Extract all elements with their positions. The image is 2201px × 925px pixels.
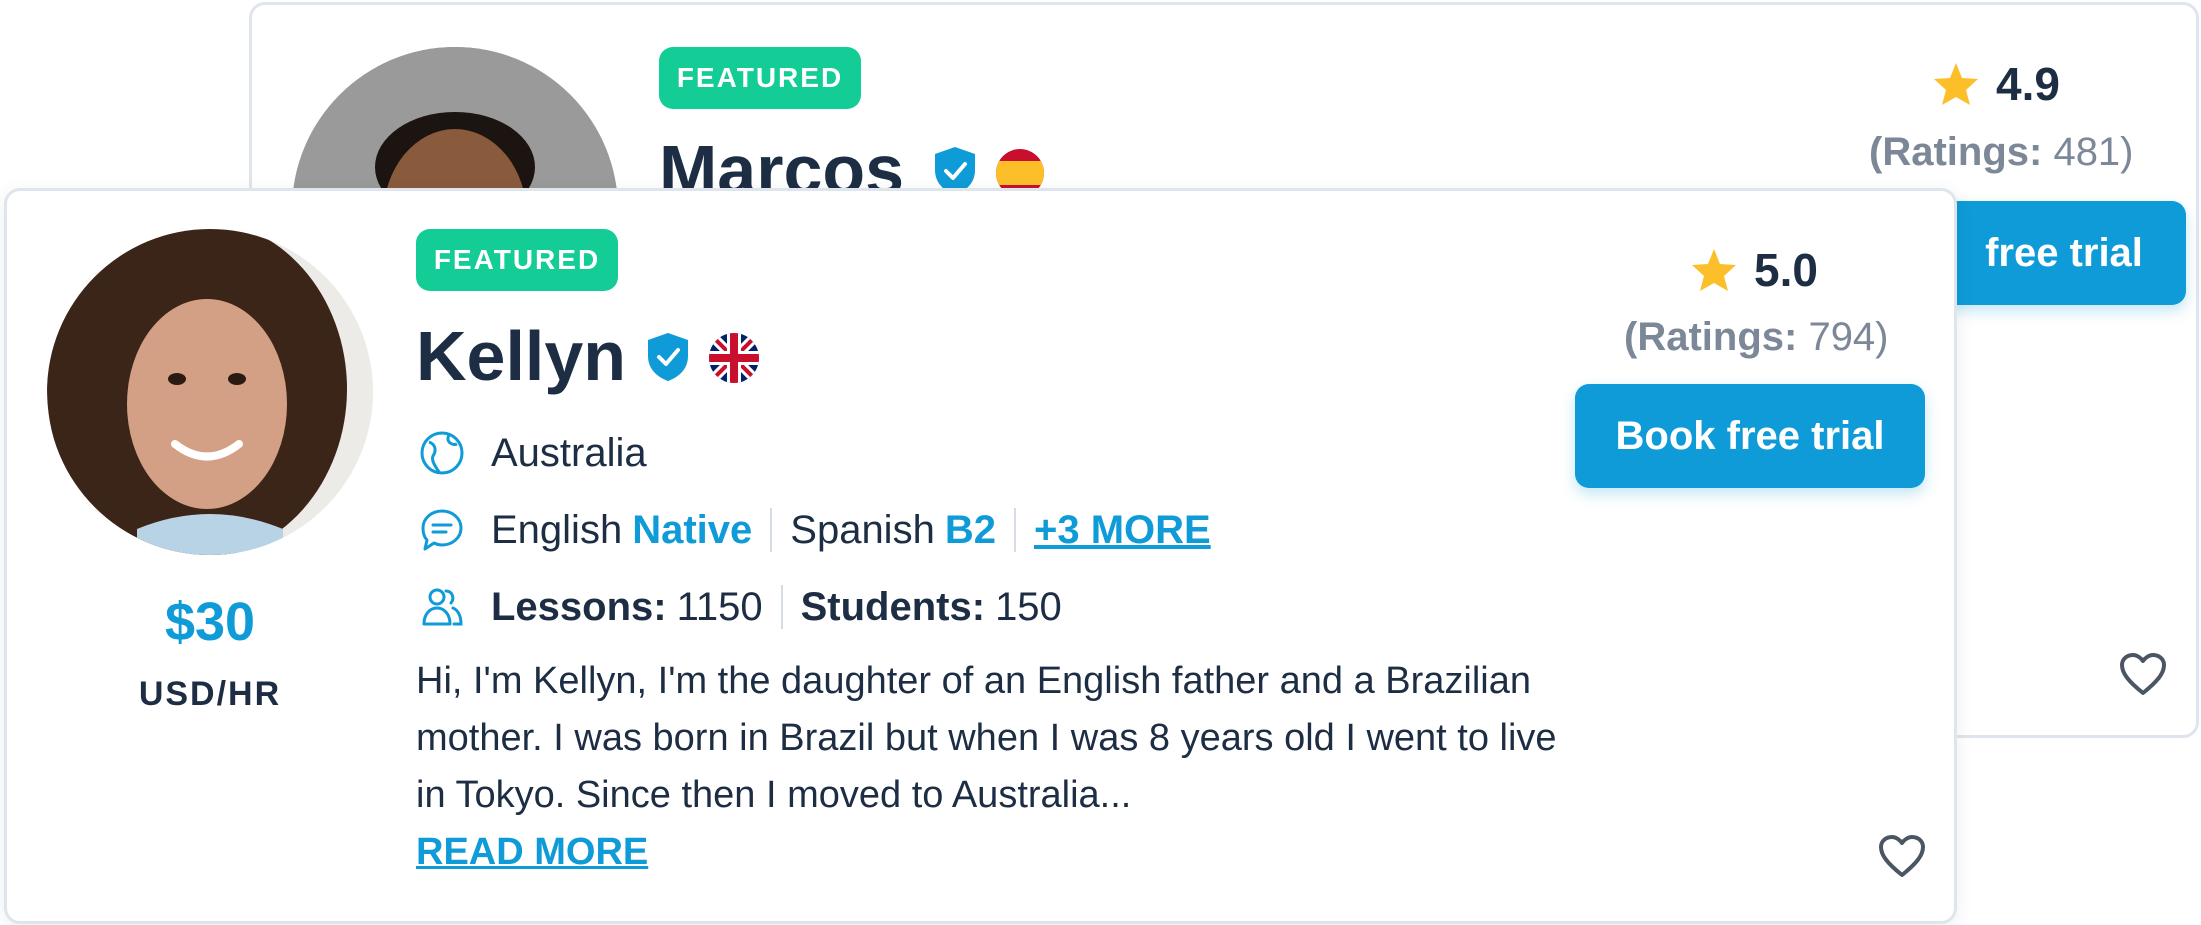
language-level: Native xyxy=(632,507,753,552)
price-unit: USD/HR xyxy=(138,675,282,713)
divider xyxy=(770,508,773,552)
languages-row: English Native Spanish B2 +3 MORE xyxy=(417,500,1211,560)
tutor-name: Kellyn xyxy=(416,317,627,395)
verified-shield-icon xyxy=(648,333,688,381)
book-free-trial-button[interactable]: Book free trial xyxy=(1575,384,1925,488)
uk-flag-icon xyxy=(709,333,759,383)
heart-icon[interactable] xyxy=(1877,833,1927,879)
ratings-number: 794) xyxy=(1797,315,1889,359)
tutor-bio: Hi, I'm Kellyn, I'm the daughter of an E… xyxy=(416,660,1557,816)
lessons-value: 1150 xyxy=(676,584,763,629)
featured-badge: FEATURED xyxy=(659,47,861,109)
language-name: English xyxy=(491,507,623,552)
star-icon xyxy=(1934,63,1978,105)
globe-icon xyxy=(417,428,467,478)
more-languages-link[interactable]: +3 MORE xyxy=(1034,508,1211,553)
language-level: B2 xyxy=(944,507,996,552)
students-label: Students: xyxy=(800,584,986,629)
country-row: Australia xyxy=(417,423,647,483)
star-icon xyxy=(1692,249,1736,291)
divider xyxy=(1013,508,1016,552)
heart-icon[interactable] xyxy=(2118,651,2168,697)
divider xyxy=(780,585,783,629)
button-label: free trial xyxy=(1985,230,2143,275)
price: $30 xyxy=(164,592,256,652)
ratings-count: (Ratings: 794) xyxy=(1624,315,1889,360)
stats-row: Lessons: 1150 Students: 150 xyxy=(417,577,1062,637)
ratings-count: (Ratings: 481) xyxy=(1869,130,2134,175)
chat-icon xyxy=(417,505,467,555)
language-name: Spanish xyxy=(790,507,935,552)
ratings-label: (Ratings: xyxy=(1869,130,2043,174)
ratings-label: (Ratings: xyxy=(1624,315,1798,359)
rating-value: 5.0 xyxy=(1754,244,1818,296)
students-value: 150 xyxy=(995,584,1062,629)
country: Australia xyxy=(491,430,647,475)
ratings-number: 481) xyxy=(2042,130,2134,174)
rating-value: 4.9 xyxy=(1996,58,2060,110)
students-icon xyxy=(417,582,467,632)
tutor-card-kellyn[interactable]: $30 USD/HR FEATURED Kellyn Australia Eng… xyxy=(4,188,1957,924)
featured-badge: FEATURED xyxy=(416,229,618,291)
rating: 5.0 xyxy=(1690,243,1818,297)
avatar xyxy=(47,229,373,555)
rating: 4.9 xyxy=(1932,57,2060,111)
read-more-link[interactable]: READ MORE xyxy=(416,831,648,874)
lessons-label: Lessons: xyxy=(491,584,667,629)
